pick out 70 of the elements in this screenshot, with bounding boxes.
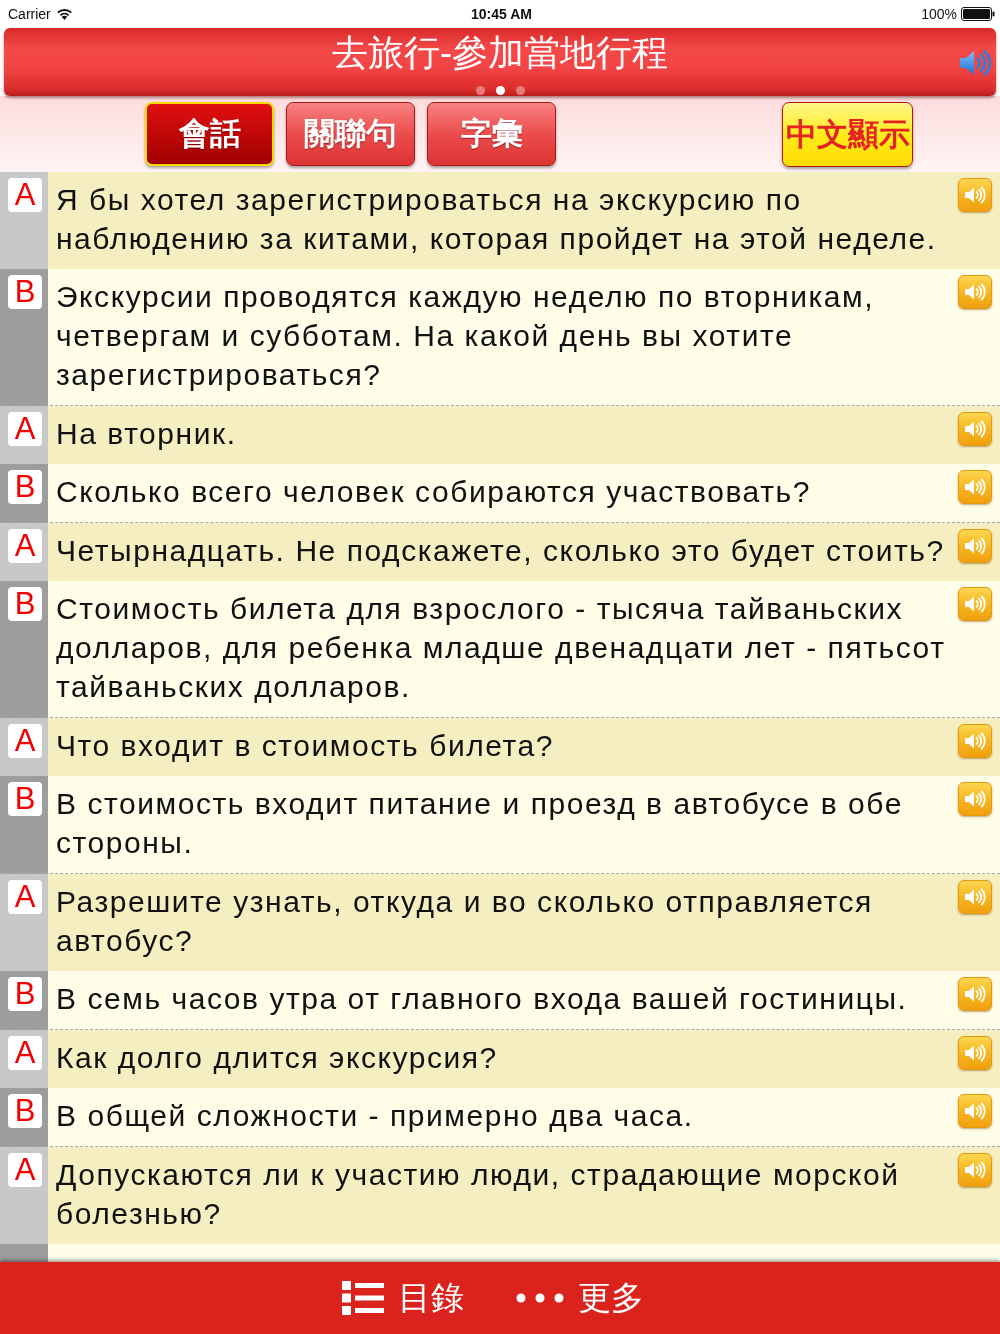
speaker-badge: B — [8, 470, 42, 504]
speaker-badge: B — [8, 587, 42, 621]
page-dot[interactable] — [495, 86, 505, 95]
dialogue-text: Разрешите узнать, откуда и во сколько отправляется автобус? — [56, 884, 874, 959]
speaker-icon — [964, 595, 986, 613]
play-audio-button[interactable] — [958, 178, 992, 212]
speaker-icon — [964, 1161, 986, 1179]
chinese-display-button[interactable]: 中文顯示 — [782, 102, 913, 167]
list-icon — [341, 1281, 384, 1315]
dialogue-text: Что входит в стоимость билета? — [56, 728, 555, 764]
dialogue-text: Четырнадцать. Не подскажете, сколько это будет стоить? — [56, 533, 946, 569]
speaker-icon — [964, 1044, 986, 1062]
more-icon — [515, 1293, 564, 1303]
speaker-icon — [964, 186, 986, 204]
speaker-icon[interactable] — [959, 49, 991, 77]
play-audio-button[interactable] — [958, 1094, 992, 1128]
dialogue-text: Я бы хотел зарегистрироваться на экскурсию по наблюдению за китами, которая пройдет на этой неделе. — [56, 182, 938, 257]
play-audio-button[interactable] — [958, 587, 992, 621]
section-tab[interactable]: 會話 — [145, 102, 274, 166]
wifi-icon — [55, 8, 73, 20]
play-audio-button[interactable] — [958, 977, 992, 1011]
speaker-icon — [964, 283, 986, 301]
speaker-badge: A — [8, 529, 42, 563]
play-audio-button[interactable] — [958, 1153, 992, 1187]
speaker-icon — [964, 985, 986, 1003]
speaker-badge: A — [8, 880, 42, 914]
section-tab[interactable]: 關聯句 — [286, 102, 415, 166]
speaker-icon — [964, 478, 986, 496]
speaker-badge: B — [8, 782, 42, 816]
dialogue-text: Стоимость билета для взрослого - тысяча тайваньских долларов, для ребенка младше двенадцати лет - пятьсот тайваньских долларов. — [56, 591, 947, 705]
section-tab[interactable]: 字彙 — [427, 102, 556, 166]
dialogue-text: Экскурсии проводятся каждую неделю по вторникам, четвергам и субботам. На какой день вы хотите зарегистрироваться? — [56, 279, 876, 393]
play-audio-button[interactable] — [958, 412, 992, 446]
carrier-name: Carrier — [8, 6, 51, 22]
dialogue-text: На вторник. — [56, 416, 238, 452]
speaker-icon — [964, 790, 986, 808]
play-audio-button[interactable] — [958, 529, 992, 563]
play-audio-button[interactable] — [958, 880, 992, 914]
speaker-badge: B — [8, 275, 42, 309]
dialogue-text: В стоимость входит питание и проезд в автобусе в обе стороны. — [56, 786, 904, 861]
play-audio-button[interactable] — [958, 724, 992, 758]
dialogue-text: Как долго длится экскурсия? — [56, 1040, 499, 1076]
speaker-badge: A — [8, 724, 42, 758]
contents-button[interactable]: 目錄 — [341, 1275, 464, 1321]
page-dot[interactable] — [475, 86, 485, 95]
dialogue-text: В семь часов утра от главного входа вашей гостиницы. — [56, 981, 909, 1017]
play-audio-button[interactable] — [958, 275, 992, 309]
page-dot[interactable] — [515, 86, 525, 95]
speaker-badge: A — [8, 1036, 42, 1070]
play-audio-button[interactable] — [958, 470, 992, 504]
speaker-badge: A — [8, 178, 42, 212]
speaker-icon — [964, 1102, 986, 1120]
speaker-badge: B — [8, 977, 42, 1011]
speaker-icon — [964, 732, 986, 750]
battery-icon — [961, 7, 995, 21]
dialogue-text: Допускаются ли к участию люди, страдающие морской болезнью? — [56, 1157, 901, 1232]
speaker-badge: A — [8, 412, 42, 446]
more-button[interactable]: 更多 — [515, 1275, 644, 1321]
speaker-icon — [964, 888, 986, 906]
speaker-badge: B — [8, 1094, 42, 1128]
dialogue-text: Сколько всего человек собираются участвовать? — [56, 474, 812, 510]
lesson-title: 去旅行-參加當地行程 — [332, 33, 668, 73]
play-audio-button[interactable] — [958, 1036, 992, 1070]
battery-percentage: 100% — [921, 6, 957, 22]
speaker-icon — [964, 420, 986, 438]
speaker-icon — [964, 537, 986, 555]
dialogue-text: В общей сложности - примерно два часа. — [56, 1098, 695, 1134]
play-audio-button[interactable] — [958, 782, 992, 816]
speaker-badge: A — [8, 1153, 42, 1187]
status-time: 10:45 AM — [471, 6, 532, 22]
